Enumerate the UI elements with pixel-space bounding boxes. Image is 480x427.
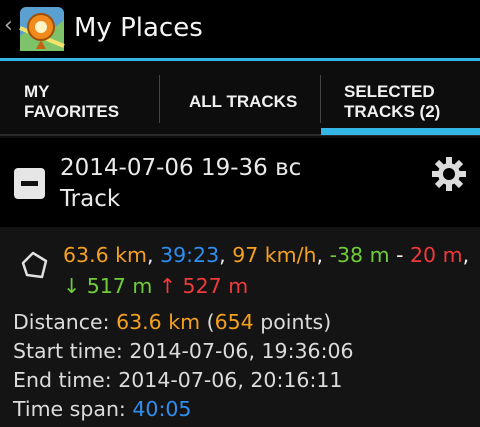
tab-bar: MY FAVORITES ALL TRACKS SELECTED TRACKS …	[0, 61, 480, 138]
tab-label-line1: MY	[24, 82, 50, 101]
summary-descent: 517 m	[80, 274, 153, 298]
gear-icon[interactable]	[430, 155, 468, 193]
track-group-title[interactable]: 2014-07-06 19-36 вс Track	[60, 153, 301, 215]
summary-avg-speed: 97 km/h	[232, 243, 317, 267]
summary-min-elevation: -38 m	[329, 243, 390, 267]
track-details: Distance: 63.6 km (654 points) Start tim…	[13, 308, 354, 424]
detail-label: Time span:	[13, 397, 133, 421]
detail-distance-value: 63.6 km	[116, 310, 201, 334]
track-summary: 63.6 km, 39:23, 97 km/h, -38 m - 20 m, ↓…	[63, 240, 475, 302]
detail-start-value: 2014-07-06, 19:36:06	[129, 339, 354, 363]
tab-label-line2: TRACKS (2)	[344, 102, 441, 121]
tab-label: ALL TRACKS	[189, 92, 298, 111]
selected-tab-indicator	[321, 128, 480, 135]
summary-separator: ,	[147, 243, 161, 267]
summary-distance: 63.6 km	[63, 243, 148, 267]
summary-dash: -	[389, 243, 410, 267]
group-title-line1: 2014-07-06 19-36 вс	[60, 155, 302, 181]
arrow-up-icon: ↑	[152, 274, 177, 298]
tab-my-favorites[interactable]: MY FAVORITES	[0, 61, 159, 138]
arrow-down-icon: ↓	[63, 274, 81, 298]
detail-label: End time:	[13, 368, 119, 392]
detail-span-row: Time span: 40:05	[13, 395, 354, 424]
group-title-line2: Track	[60, 186, 121, 212]
summary-separator: ,	[462, 243, 470, 267]
tab-label-line2: FAVORITES	[24, 102, 120, 121]
detail-start-row: Start time: 2014-07-06, 19:36:06	[13, 337, 354, 366]
summary-time: 39:23	[160, 243, 220, 267]
summary-max-elevation: 20 m	[409, 243, 463, 267]
osmand-map-pin-icon[interactable]	[19, 6, 65, 52]
page-title: My Places	[74, 13, 203, 43]
detail-label: Distance:	[13, 310, 117, 334]
detail-text: (	[200, 310, 215, 334]
tab-all-tracks[interactable]: ALL TRACKS	[160, 61, 320, 138]
detail-distance-row: Distance: 63.6 km (654 points)	[13, 308, 354, 337]
tab-selected-tracks[interactable]: SELECTED TRACKS (2)	[321, 61, 480, 138]
detail-text: points)	[253, 310, 332, 334]
tab-label-line1: SELECTED	[344, 82, 435, 101]
detail-end-value: 2014-07-06, 20:16:11	[118, 368, 343, 392]
polygon-track-icon	[21, 251, 48, 279]
summary-ascent: 527 m	[176, 274, 249, 298]
chevron-left-icon[interactable]: ‹	[4, 14, 13, 38]
minus-square-icon[interactable]	[14, 168, 45, 199]
detail-label: Start time:	[13, 339, 130, 363]
detail-points-value: 654	[214, 310, 254, 334]
summary-separator: ,	[219, 243, 233, 267]
detail-end-row: End time: 2014-07-06, 20:16:11	[13, 366, 354, 395]
action-bar: ‹ My Places	[0, 0, 480, 58]
summary-separator: ,	[316, 243, 330, 267]
detail-span-value: 40:05	[132, 397, 192, 421]
